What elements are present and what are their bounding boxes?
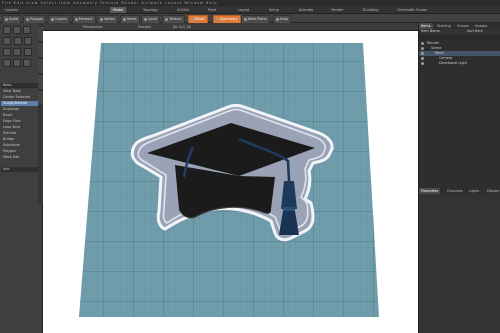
- tool-icon: [190, 17, 194, 21]
- visibility-eye-icon[interactable]: [421, 42, 424, 45]
- tassel-band: [283, 207, 295, 211]
- visibility-eye-icon[interactable]: [421, 52, 424, 55]
- item-list: Render Scene Mesh Camera Directional Light: [419, 40, 500, 188]
- layouts-label[interactable]: Layouts: [2, 7, 21, 13]
- toolbar-button-label: Layers: [55, 17, 67, 21]
- tool-grid: [2, 25, 41, 69]
- tool-icon: [5, 17, 8, 21]
- extrude-tool-icon[interactable]: [13, 59, 21, 67]
- left-tool-panel: Basic View Tools Center Selected Sculpt/Def…: [0, 23, 43, 333]
- left-panel-item-extrude[interactable]: Extrude: [1, 131, 41, 136]
- viewport-header: Perspective Shaded No CLS_All: [43, 23, 418, 31]
- left-panel-item-mesh-edit[interactable]: Mesh Edit: [1, 155, 41, 160]
- layout-tab-animate[interactable]: Animate: [296, 7, 316, 13]
- toolbar-button-label: Element: [78, 17, 93, 21]
- cylinder-tool-icon[interactable]: [3, 48, 11, 56]
- tool-icon: [165, 17, 169, 21]
- toolbar-button-label: Falloff: [194, 17, 205, 21]
- tool-icon: [26, 17, 29, 21]
- tool-icon: [144, 17, 148, 21]
- toolbar-button-label: Symmetry: [220, 17, 238, 21]
- move-tool-icon[interactable]: [3, 26, 11, 34]
- left-panel-item-bevel[interactable]: Bevel: [1, 113, 41, 118]
- toolbar-button-label: Vertex: [104, 17, 115, 21]
- viewport-canvas[interactable]: [43, 31, 418, 333]
- layout-tab-topology[interactable]: Topology: [140, 7, 161, 13]
- left-panel-item-basic[interactable]: Basic: [1, 83, 41, 88]
- properties-panel: [419, 194, 500, 333]
- layout-tab-layout[interactable]: Layout: [235, 7, 253, 13]
- layout-tab-sculpting[interactable]: Sculpting: [360, 7, 382, 13]
- left-panel-item-view-tools[interactable]: View Tools: [1, 89, 41, 94]
- item-list-row[interactable]: Directional Light: [419, 61, 500, 66]
- transform-tool-icon[interactable]: [3, 37, 11, 45]
- tool-icon: [243, 17, 247, 21]
- view-type-dropdown[interactable]: Perspective: [83, 24, 103, 30]
- layout-tab-render[interactable]: Render: [328, 7, 346, 13]
- layout-tab-paint[interactable]: Paint: [205, 7, 219, 13]
- left-panel-item-subdivide[interactable]: Subdivide: [1, 143, 41, 148]
- left-panel-item-bridge[interactable]: Bridge: [1, 137, 41, 142]
- tool-icon: [51, 17, 55, 21]
- tool-icon: [100, 17, 103, 21]
- slice-tool-icon[interactable]: [23, 59, 31, 67]
- layout-tab-bar: Layouts Model Topology UV/UVs Paint Layout Se…: [0, 6, 500, 14]
- left-panel-item-edge-slice[interactable]: Edge Slice: [1, 119, 41, 124]
- pen-tool-icon[interactable]: [24, 48, 33, 56]
- right-panel: Items Shading Groups Images Item Name Sort …: [418, 23, 500, 333]
- shading-dropdown[interactable]: Shaded: [138, 24, 151, 30]
- tool-icon: [123, 17, 127, 21]
- layout-tab-setup[interactable]: Setup: [266, 7, 282, 13]
- layout-tab-schematic-fusion[interactable]: Schematic Fusion: [394, 7, 430, 13]
- toolbar-button-label: Local: [148, 17, 157, 21]
- toolbar-button-label: Items: [127, 17, 137, 21]
- box-tool-icon[interactable]: [14, 37, 23, 45]
- scale-tool-icon[interactable]: [23, 26, 31, 34]
- 3d-viewport[interactable]: [43, 31, 418, 333]
- info-label: Info: [1, 167, 41, 172]
- toolbar-button-label: Polygon: [30, 17, 44, 21]
- layout-tab-uv-uvs[interactable]: UV/UVs: [174, 7, 193, 13]
- left-panel-item-sculpt-deform[interactable]: Sculpt/Deform: [1, 101, 41, 106]
- item-name: Directional Light: [439, 61, 467, 65]
- left-panel-item-duplicate[interactable]: Duplicate: [1, 107, 41, 112]
- sphere-tool-icon[interactable]: [24, 37, 33, 45]
- tool-icon: [216, 17, 219, 21]
- bevel-tool-icon[interactable]: [3, 59, 11, 67]
- left-panel-item-loop-slice[interactable]: Loop Slice: [1, 125, 41, 130]
- visibility-eye-icon[interactable]: [421, 57, 424, 60]
- tool-icon: [74, 17, 78, 21]
- toolbar-button-label: Snap: [279, 17, 289, 21]
- toolbar-button-label: Texture: [169, 17, 182, 21]
- visibility-eye-icon[interactable]: [421, 47, 424, 50]
- visibility-eye-icon[interactable]: [421, 62, 424, 65]
- cone-tool-icon[interactable]: [13, 48, 21, 56]
- left-panel-item-center-selected[interactable]: Center Selected: [1, 95, 41, 100]
- toolbar-button-label: Scale: [9, 17, 19, 21]
- toolbar-button-label: Work Plane: [247, 17, 267, 21]
- rotate-tool-icon[interactable]: [13, 26, 21, 34]
- toolbar: Scale Polygon Layers Element Vertex Items Loca…: [0, 14, 500, 24]
- tool-icon: [275, 17, 279, 21]
- left-panel-item-polygon[interactable]: Polygon: [1, 149, 41, 154]
- visibility-dropdown[interactable]: No CLS_All: [173, 24, 191, 30]
- layout-tab-model[interactable]: Model: [110, 7, 127, 13]
- item-name-column[interactable]: Item Name: [421, 29, 440, 33]
